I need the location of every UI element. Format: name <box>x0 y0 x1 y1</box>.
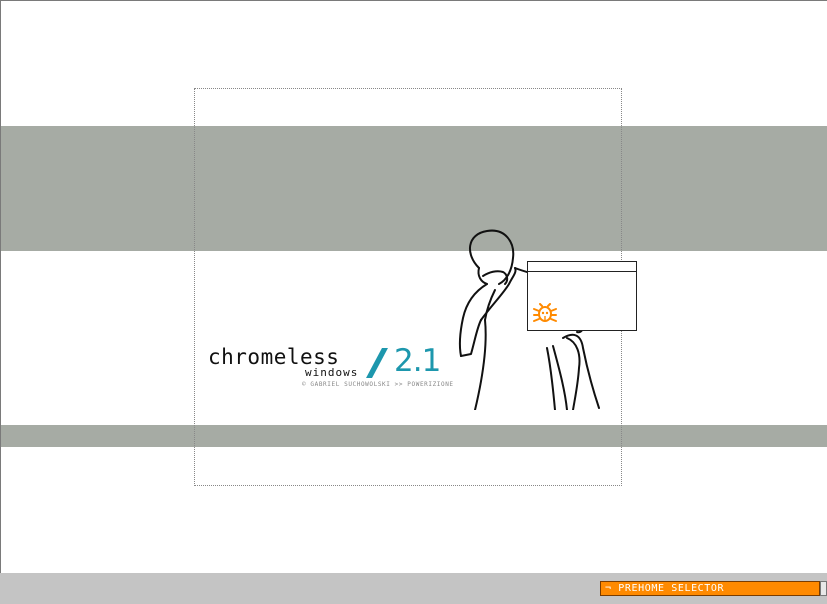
logo-slash <box>366 348 388 378</box>
logo-subtitle: windows <box>305 366 359 379</box>
window-icon-titlebar <box>528 262 636 272</box>
bug-icon <box>533 303 557 322</box>
selector-dropdown-arrow-icon[interactable] <box>820 581 827 596</box>
window-left-border <box>0 0 1 604</box>
logo-version: 2.1 <box>394 343 441 379</box>
window-top-border <box>0 0 827 1</box>
logo-credits: © GABRIEL SUCHOWOLSKI >> POWERIZIONE <box>302 381 454 388</box>
chromeless-logo: chromeless windows 2.1 © GABRIEL SUCHOWO… <box>208 343 458 395</box>
prehome-selector[interactable]: ¬ PREHOME SELECTOR <box>600 581 820 596</box>
